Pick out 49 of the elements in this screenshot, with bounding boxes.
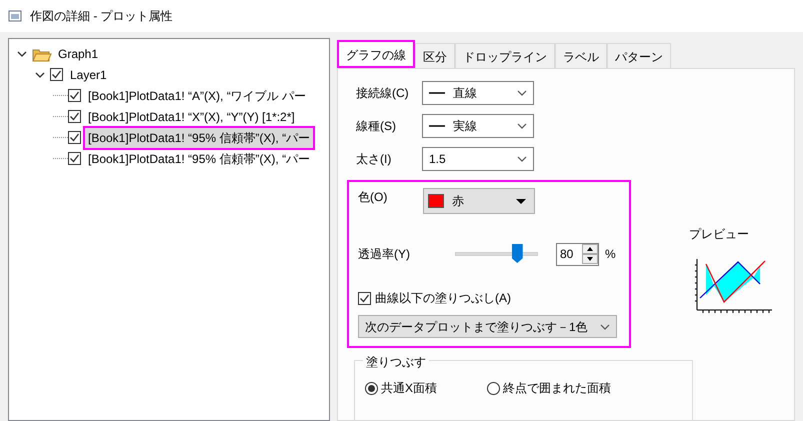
checkbox[interactable]: [50, 68, 63, 81]
field-label: 透過率(Y): [358, 246, 411, 263]
preview-label: プレビュー: [689, 226, 750, 243]
tree-item[interactable]: [Book1]PlotData1! “X”(X), “Y”(Y) [1*:2*]: [85, 106, 298, 126]
dropdown[interactable]: 直線: [422, 81, 534, 105]
checkbox-label: 曲線以下の塗りつぶし(A): [375, 290, 511, 307]
radio-label: 終点で囲まれた面積: [503, 380, 612, 397]
tab[interactable]: ラベル: [555, 43, 607, 68]
slider-thumb[interactable]: [512, 244, 523, 263]
tree-item[interactable]: Graph1: [55, 44, 102, 64]
collapse-icon[interactable]: [35, 70, 45, 80]
color-dropdown[interactable]: 赤: [423, 188, 535, 214]
line-style-icon: [429, 92, 445, 94]
dropdown[interactable]: 実線: [422, 114, 534, 138]
tab[interactable]: 区分: [415, 43, 455, 68]
unit-label: %: [605, 246, 616, 263]
tree-item[interactable]: [Book1]PlotData1! “95% 信頼帯”(X), “パー: [85, 128, 314, 148]
caret-icon: [517, 156, 527, 162]
group-title: 塗りつぶす: [363, 353, 429, 371]
tab[interactable]: グラフの線: [337, 40, 415, 68]
dropdown[interactable]: 1.5: [422, 147, 534, 171]
tree-item[interactable]: [Book1]PlotData1! “95% 信頼帯”(X), “パー: [85, 148, 314, 168]
collapse-icon[interactable]: [17, 48, 27, 58]
radio-button[interactable]: [487, 382, 500, 394]
caret-icon: [600, 324, 610, 330]
tab[interactable]: パターン: [607, 43, 671, 68]
spin-buttons-icon[interactable]: [582, 244, 598, 264]
window-title: 作図の詳細 - プロット属性: [30, 8, 173, 25]
field-label: 接続線(C): [356, 85, 410, 102]
field-label: 線種(S): [356, 118, 397, 135]
checkbox[interactable]: [68, 110, 81, 123]
tree-item[interactable]: [Book1]PlotData1! “A”(X), “ワイブル パー: [85, 86, 310, 106]
dropdown-arrow-icon: [516, 198, 526, 204]
radio-button[interactable]: [365, 382, 378, 394]
caret-icon: [517, 123, 527, 129]
dropdown[interactable]: 次のデータプロットまで塗りつぶす－1色: [358, 315, 617, 338]
window-icon: [8, 9, 22, 23]
field-label: 色(O): [358, 189, 388, 206]
line-style-icon: [429, 125, 445, 127]
radio-label: 共通X面積: [381, 380, 438, 397]
checkbox[interactable]: [68, 89, 81, 102]
spin-field[interactable]: 80: [556, 242, 599, 266]
checkbox[interactable]: [68, 131, 81, 144]
tree-item[interactable]: Layer1: [67, 64, 110, 84]
field-label: 太さ(I): [356, 151, 392, 168]
caret-icon: [517, 90, 527, 96]
checkbox[interactable]: [68, 152, 81, 165]
checkbox[interactable]: [358, 292, 371, 304]
tab[interactable]: ドロップライン: [455, 43, 555, 68]
